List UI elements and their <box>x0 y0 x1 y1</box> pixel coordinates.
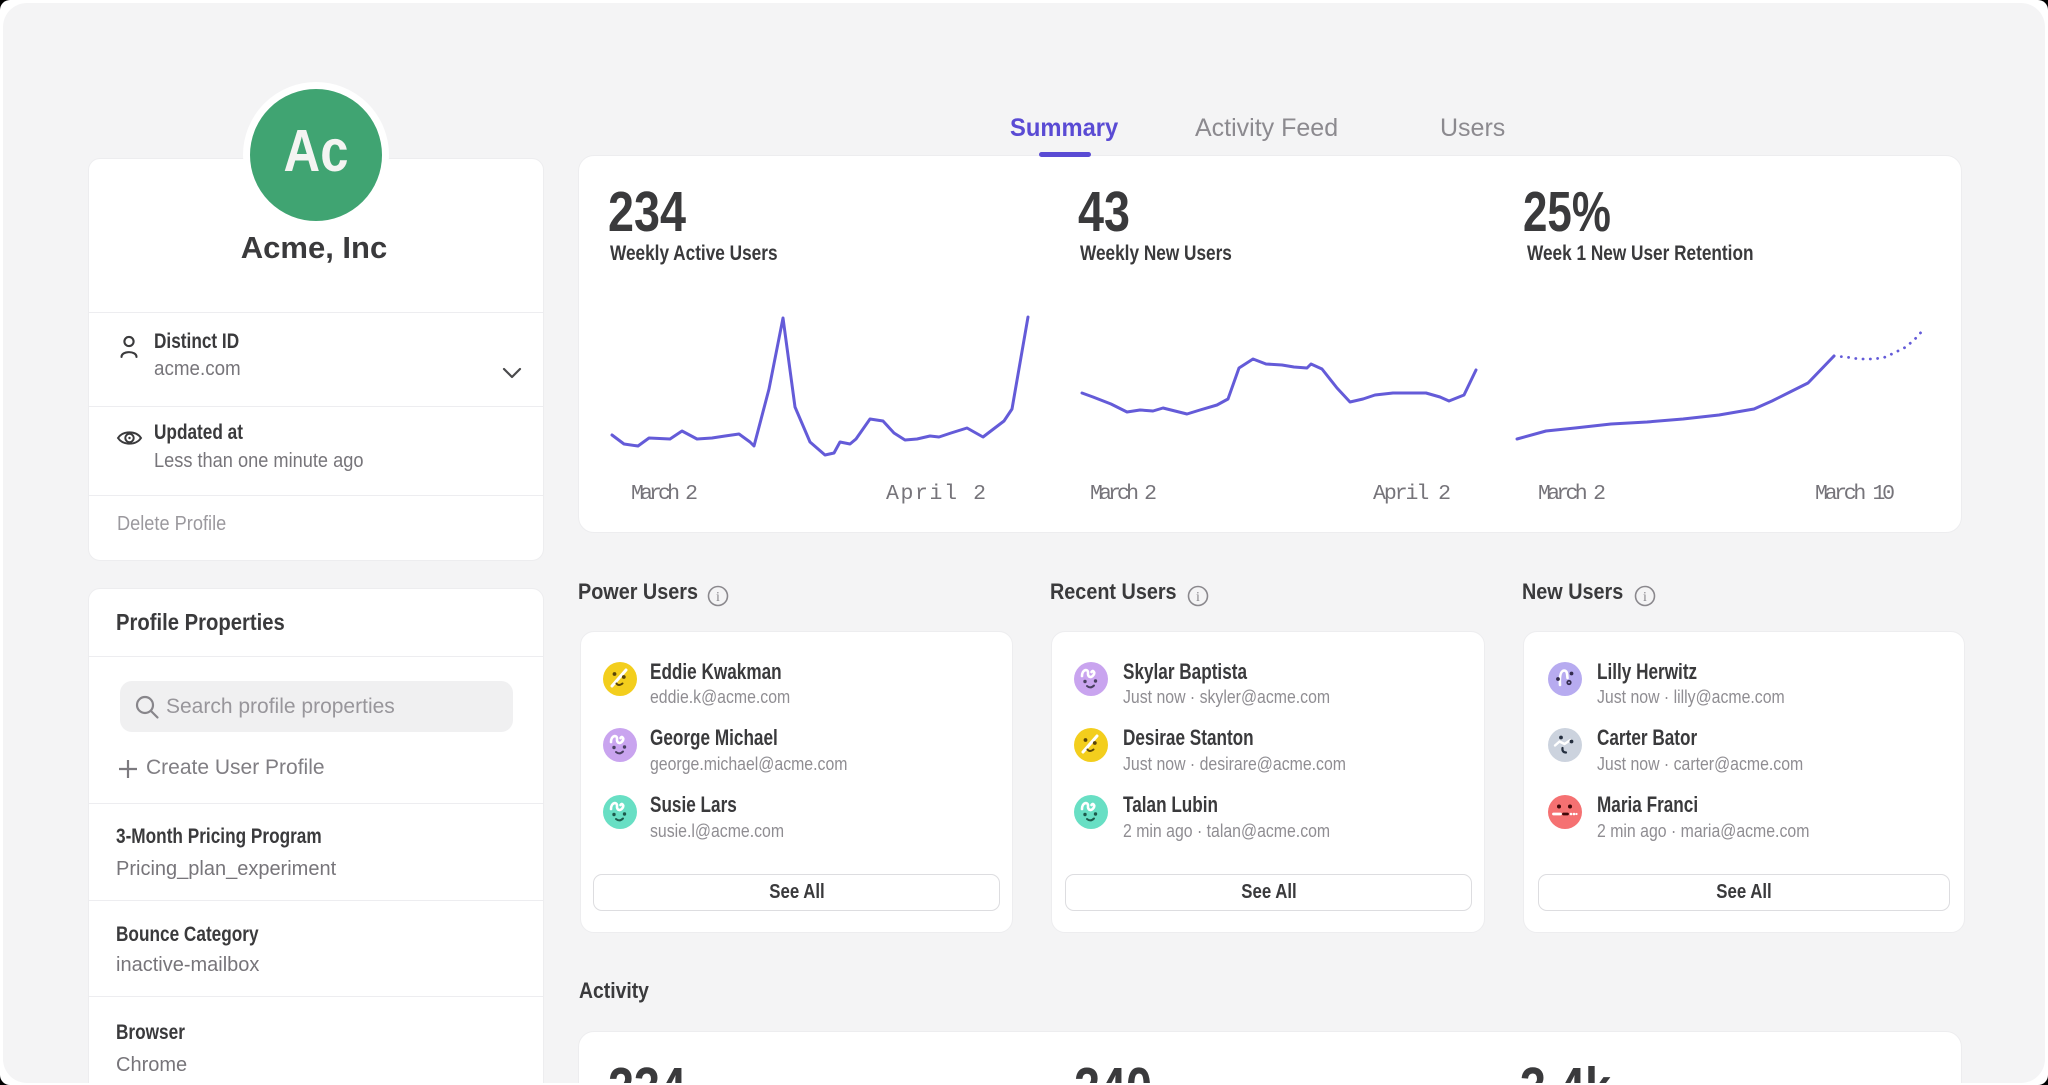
svg-text:April 2: April 2 <box>886 482 986 506</box>
svg-text:March 10: March 10 <box>1815 482 1895 506</box>
svg-text:i: i <box>1643 590 1647 605</box>
svg-text:i: i <box>716 590 720 605</box>
svg-text:April 2: April 2 <box>1373 482 1451 506</box>
svg-text:March 2: March 2 <box>1090 482 1157 506</box>
svg-text:March 2: March 2 <box>631 482 698 506</box>
svg-text:March 2: March 2 <box>1538 482 1606 506</box>
svg-text:i: i <box>1196 590 1200 605</box>
